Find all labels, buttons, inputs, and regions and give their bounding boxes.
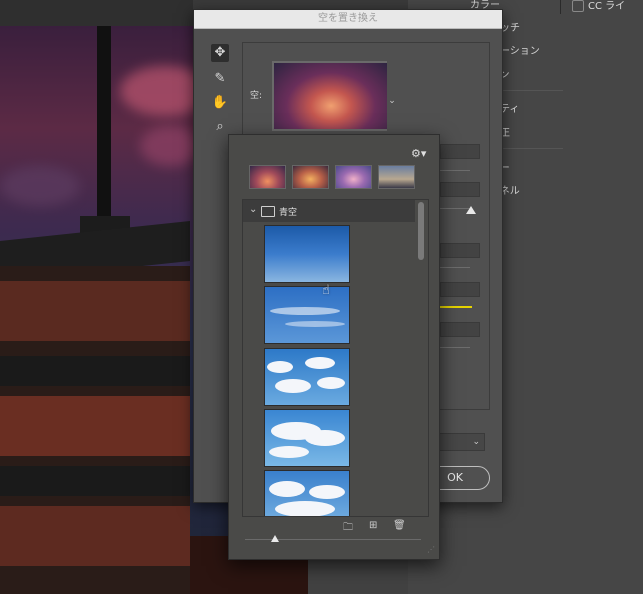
recent-sky-thumb[interactable] (249, 165, 286, 189)
temperature-field[interactable] (440, 282, 480, 297)
recent-skies-row (249, 165, 415, 191)
zoom-icon[interactable]: ⌕ (211, 118, 229, 136)
recent-sky-thumb[interactable] (292, 165, 329, 189)
cc-tab-label: CC ライ (588, 1, 626, 12)
canvas-top-strip (0, 0, 193, 26)
gear-icon[interactable]: ⚙▾ (411, 147, 426, 160)
scrollbar[interactable] (415, 200, 428, 516)
chevron-down-icon[interactable]: ⌄ (387, 61, 397, 131)
thumbnail-size-slider-thumb[interactable] (271, 535, 279, 542)
fade-edge-field[interactable] (440, 182, 480, 197)
trash-icon[interactable]: 🗑 (393, 520, 406, 531)
hand-cursor-icon: ☝ (322, 283, 330, 298)
panel-divider (560, 0, 561, 14)
hand-icon[interactable]: ✋ (211, 94, 229, 112)
brightness-field[interactable] (440, 243, 480, 258)
folder-label: 青空 (279, 208, 298, 218)
shift-edge-field[interactable] (440, 144, 480, 159)
sky-preset-tile[interactable] (264, 470, 350, 516)
sky-preset-tile[interactable] (264, 286, 350, 344)
scale-slider[interactable] (440, 347, 470, 348)
output-select[interactable]: ⌄ (437, 433, 485, 451)
sky-preset-tile[interactable] (264, 225, 350, 283)
new-group-folder-icon[interactable]: 🗀 (343, 520, 353, 537)
temperature-slider[interactable] (440, 306, 472, 308)
sky-preset-tile[interactable] (264, 348, 350, 406)
folder-row-blue-sky[interactable]: ⌄ 青空 (243, 200, 415, 222)
sky-preset-list: ⌄ 青空 (242, 199, 429, 517)
recent-sky-thumb[interactable] (378, 165, 415, 189)
cc-libraries-icon (572, 0, 584, 12)
move-sky-icon[interactable]: ✥ (211, 44, 229, 62)
sky-preset-tile[interactable] (264, 409, 350, 467)
sky-brush-icon[interactable]: ✎ (211, 70, 229, 88)
brightness-slider[interactable] (440, 267, 470, 268)
shift-edge-slider[interactable] (440, 170, 470, 171)
sky-picker-popover: ⚙▾ ⌄ 青空 🗀 ⊞ 🗑 ⋰ (228, 134, 440, 560)
slider-thumb[interactable] (466, 206, 476, 214)
folder-icon (261, 206, 275, 217)
resize-grip-icon[interactable]: ⋰ (427, 545, 435, 554)
sky-label: 空: (250, 91, 263, 101)
chevron-down-icon[interactable]: ⌄ (249, 204, 257, 215)
dialog-title: 空を置き換え (194, 10, 502, 29)
scrollbar-thumb[interactable] (418, 202, 424, 260)
sky-preview-thumbnail[interactable] (272, 61, 390, 131)
scale-field[interactable] (440, 322, 480, 337)
recent-sky-thumb[interactable] (335, 165, 372, 189)
new-sky-icon[interactable]: ⊞ (369, 520, 377, 531)
cc-libraries-tab[interactable]: CC ライ (572, 0, 625, 12)
